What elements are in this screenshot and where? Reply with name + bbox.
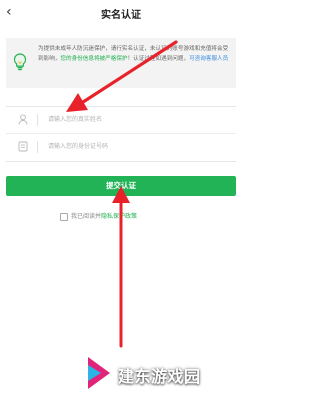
submit-verification-button[interactable]: 提交认证 [6,176,236,196]
privacy-policy-link[interactable]: 隐私保护政策 [101,213,137,220]
id-number-input[interactable] [48,139,228,153]
field-divider [37,141,38,153]
name-field [6,107,236,134]
app-header: ‹ 实名认证 [0,0,242,28]
lightbulb-icon [13,53,27,71]
agreement-prefix: 我已阅读并 [71,213,102,220]
user-icon [18,114,28,125]
watermark-text: 建东游戏园 [118,367,201,386]
contact-support-link[interactable]: 可咨询客服人员 [189,56,228,62]
identity-form [6,106,236,162]
id-field [6,134,236,160]
id-card-icon [18,141,28,152]
agreement-row: 我已阅读并隐私保护政策 [60,212,230,222]
watermark-logo-icon [88,357,110,389]
notice-panel: 为提供未成年人防沉迷保护，请行实名认证，未认证的账号游戏和充值将会受到影响，您的… [6,38,236,88]
notice-text-part1: 为提供未成年人防沉迷保护，请 [38,46,117,52]
notice-text: 为提供未成年人防沉迷保护，请行实名认证，未认证的账号游戏和充值将会受到影响，您的… [38,44,230,64]
page-title: 实名认证 [101,10,141,21]
real-name-input[interactable] [48,112,228,126]
notice-text-protected: 您的身份信息将被严格保护 [60,56,128,62]
notice-text-part3: ！认证过程如遇到问题， [127,56,190,62]
agreement-text: 我已阅读并隐私保护政策 [71,212,137,222]
watermark: 建东游戏园 [84,355,234,391]
agreement-checkbox[interactable] [60,213,68,221]
field-divider [37,114,38,126]
red-arrow-to-submit-button [112,186,130,348]
